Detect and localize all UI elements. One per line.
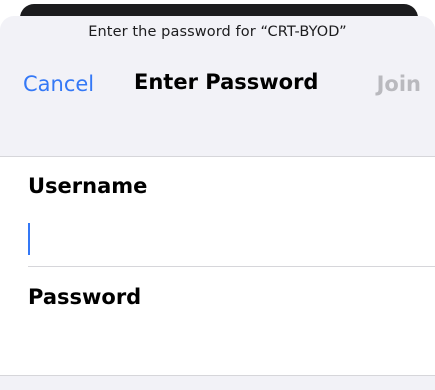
credentials-form: Username Password — [0, 156, 435, 376]
join-button[interactable]: Join — [377, 72, 421, 96]
cancel-button[interactable]: Cancel — [23, 72, 94, 96]
password-sheet: Enter the password for “CRT-BYOD” Cancel… — [0, 16, 435, 390]
password-field[interactable] — [26, 329, 416, 365]
username-field[interactable] — [26, 220, 416, 256]
navigation-bar: Cancel Enter Password Join — [0, 69, 435, 103]
username-label: Username — [28, 174, 148, 198]
network-prompt: Enter the password for “CRT-BYOD” — [88, 24, 347, 40]
page-title: Enter Password — [134, 70, 319, 94]
field-divider — [28, 266, 435, 267]
wifi-password-screen: Enter the password for “CRT-BYOD” Cancel… — [0, 0, 435, 390]
password-label: Password — [28, 285, 142, 309]
text-cursor — [28, 223, 30, 255]
